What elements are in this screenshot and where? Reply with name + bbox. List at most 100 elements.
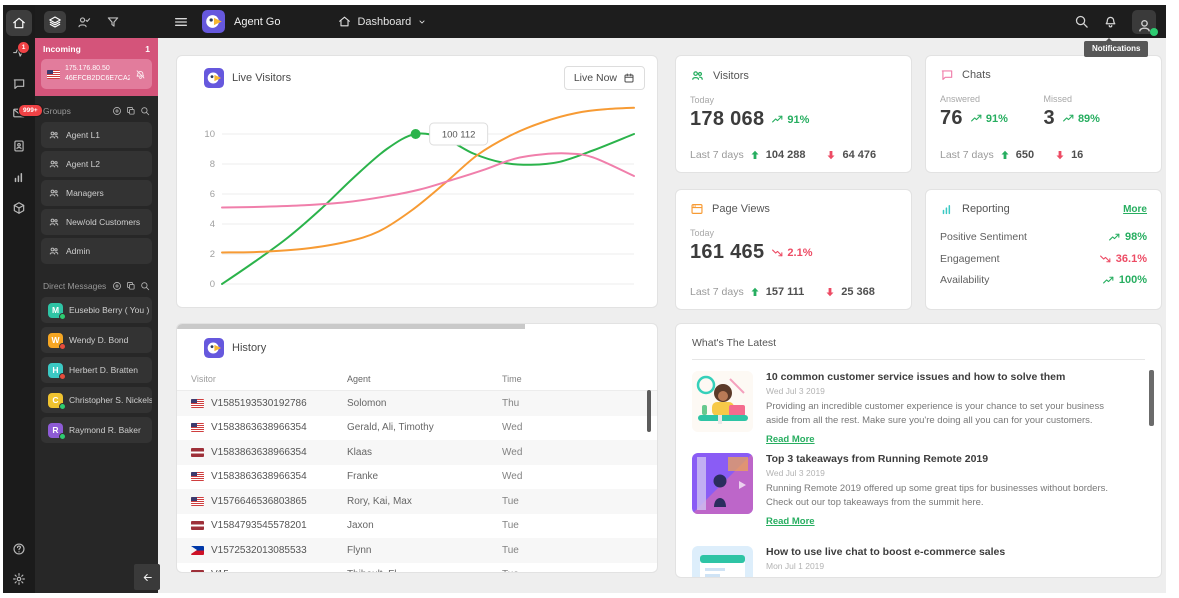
duplicate-dm-icon[interactable]	[126, 281, 136, 291]
live-visitors-chart-wrap: 0 2 4 6 8 10 100 112	[192, 96, 642, 296]
menu-icon[interactable]	[173, 14, 189, 30]
rail-help-button[interactable]	[6, 536, 32, 562]
history-horizontal-scrollbar[interactable]	[177, 324, 525, 329]
sidebar-dm-item[interactable]: H Herbert D. Bratten	[41, 357, 152, 384]
page-views-today-value: 161 465	[690, 241, 765, 263]
user-avatar[interactable]	[1132, 9, 1158, 36]
sidebar-dm-item[interactable]: R Raymond R. Baker	[41, 417, 152, 444]
avatar: R	[48, 422, 66, 441]
rail-chats-button[interactable]	[6, 71, 32, 97]
rail-reports-button[interactable]	[6, 164, 32, 190]
article-thumbnail[interactable]	[692, 546, 753, 577]
article-title[interactable]: 10 common customer service issues and ho…	[766, 371, 1110, 383]
latest-title: What's The Latest	[692, 337, 777, 349]
rail-apps-button[interactable]	[6, 195, 32, 221]
divider	[692, 359, 1145, 360]
rail-contacts-button[interactable]	[6, 133, 32, 159]
users-icon	[48, 129, 60, 141]
visitors-today-value: 178 068	[690, 108, 765, 130]
history-row[interactable]: V1585193530192786 Solomon Thu	[177, 391, 657, 416]
rail-home-button[interactable]	[6, 10, 32, 36]
history-row[interactable]: V1583863638966354 Gerald, Ali, Timothy W…	[177, 416, 657, 441]
sidebar-toolbar	[35, 5, 158, 38]
visit-time: Thu	[502, 397, 520, 409]
dm-name: Raymond R. Baker	[69, 425, 141, 436]
group-label: Agent L2	[66, 159, 101, 170]
notifications-tooltip: Notifications	[1084, 38, 1149, 57]
incoming-section: Incoming 1 175.176.80.50 46EFCB2DC6E7CA2…	[35, 38, 158, 97]
search-groups-icon[interactable]	[140, 106, 150, 116]
chats-sidebar: Incoming 1 175.176.80.50 46EFCB2DC6E7CA2…	[35, 5, 160, 593]
trend-down-icon	[771, 246, 784, 259]
add-dm-icon[interactable]	[112, 281, 122, 291]
article-body: Providing an incredible customer experie…	[766, 400, 1104, 426]
lv-flag-icon	[191, 570, 204, 572]
groups-list: Agent L1 Agent L2 Managers New/old Custo…	[35, 122, 158, 265]
sidebar-group-item[interactable]: Agent L2	[41, 151, 152, 178]
missed-label: Missed	[1043, 94, 1073, 104]
search-dm-icon[interactable]	[140, 281, 150, 291]
article-title[interactable]: Top 3 takeaways from Running Remote 2019	[766, 453, 1110, 465]
visitors-down-value: 64 476	[842, 149, 877, 161]
page-views-title: Page Views	[712, 203, 770, 215]
incoming-ip: 175.176.80.50	[65, 65, 110, 72]
chats-icon	[940, 68, 954, 82]
reporting-more-link[interactable]: More	[1123, 204, 1147, 215]
reporting-row: Engagement 36.1%	[926, 252, 1161, 265]
sidebar-agents-button[interactable]	[73, 11, 95, 33]
sidebar-dm-item[interactable]: W Wendy D. Bond	[41, 327, 152, 354]
mute-icon[interactable]	[135, 69, 146, 80]
read-more-link[interactable]: Read More	[766, 434, 815, 445]
history-row[interactable]: V1583863638966354 Franke Wed	[177, 465, 657, 490]
sidebar-group-item[interactable]: Admin	[41, 238, 152, 265]
latest-vertical-scrollbar[interactable]	[1149, 370, 1154, 426]
topbar: Agent Go Dashboard	[158, 5, 1166, 38]
dashboard-main: Live Visitors Live Now 0 2 4 6 8 10 100 …	[158, 38, 1166, 593]
duplicate-icon[interactable]	[126, 106, 136, 116]
history-row[interactable]: V1583863638966354 Klaas Wed	[177, 440, 657, 465]
read-more-link[interactable]: Read More	[766, 516, 815, 527]
article-title[interactable]: How to use live chat to boost e-commerce…	[766, 546, 1110, 558]
sidebar-dm-item[interactable]: C Christopher S. Nickels	[41, 387, 152, 414]
add-group-icon[interactable]	[112, 106, 122, 116]
history-row[interactable]: V1584793545578201 Jaxon Tue	[177, 514, 657, 539]
avatar: C	[48, 392, 66, 411]
notifications-bell-icon[interactable]	[1103, 14, 1118, 29]
collapse-sidebar-button[interactable]	[134, 564, 160, 590]
history-vertical-scrollbar[interactable]	[647, 390, 651, 432]
sidebar-layers-button[interactable]	[44, 10, 66, 33]
arrow-down-icon	[824, 286, 836, 298]
sidebar-group-item[interactable]: New/old Customers	[41, 209, 152, 236]
rail-settings-button[interactable]	[6, 566, 32, 592]
visitors-card: Visitors Today 178 068 91% Last 7 days 1…	[675, 55, 912, 173]
sidebar-group-item[interactable]: Agent L1	[41, 122, 152, 149]
article-thumbnail[interactable]	[692, 371, 753, 432]
lv-flag-icon	[191, 521, 204, 531]
search-icon[interactable]	[1074, 14, 1089, 29]
history-row[interactable]: V1576646536803865 Rory, Kai, Max Tue	[177, 489, 657, 514]
history-title: History	[232, 342, 267, 354]
page-views-up-value: 157 111	[765, 286, 805, 298]
article-thumbnail[interactable]	[692, 453, 753, 514]
live-now-button[interactable]: Live Now	[563, 66, 645, 90]
online-status-dot	[1150, 27, 1158, 36]
history-column-header: Agent	[347, 374, 371, 384]
history-row[interactable]: V15... Thibault, Fl... Tue	[177, 563, 657, 572]
svg-text:8: 8	[210, 159, 215, 170]
trend-up-icon	[1108, 231, 1121, 244]
sidebar-group-item[interactable]: Managers	[41, 180, 152, 207]
history-row[interactable]: V1572532013085533 Flynn Tue	[177, 538, 657, 563]
chevron-down-icon	[417, 17, 427, 27]
page-views-card: Page Views Today 161 465 2.1% Last 7 day…	[675, 189, 912, 310]
visit-time: Wed	[502, 471, 523, 483]
dashboard-nav-dropdown[interactable]: Dashboard	[338, 15, 427, 28]
visitors-up-value: 104 288	[765, 149, 806, 161]
reporting-title: Reporting	[962, 203, 1010, 215]
reporting-label: Availability	[940, 274, 990, 286]
visit-time: Tue	[502, 569, 643, 572]
sidebar-dm-item[interactable]: M Eusebio Berry ( You )	[41, 297, 152, 324]
agent-go-logo	[202, 10, 225, 33]
incoming-chat-item[interactable]: 175.176.80.50 46EFCB2DC6E7CA2...	[41, 59, 152, 90]
svg-text:0: 0	[210, 279, 215, 290]
sidebar-filter-button[interactable]	[102, 11, 124, 33]
